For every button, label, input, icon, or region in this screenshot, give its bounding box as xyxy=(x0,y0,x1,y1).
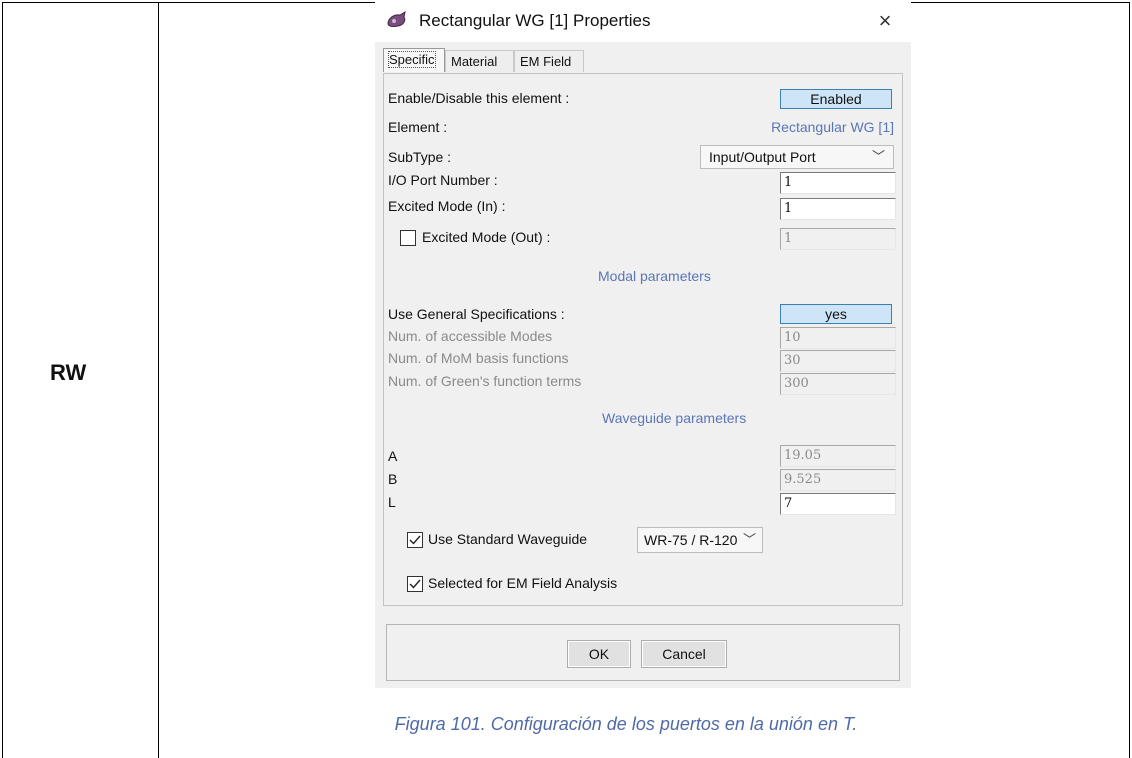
chevron-down-icon: ﹀ xyxy=(742,532,756,547)
table-column-divider xyxy=(158,2,159,758)
properties-dialog: Rectangular WG [1] Properties × Specific… xyxy=(375,2,911,688)
accessible-modes-input: 10 xyxy=(780,327,896,349)
waveguide-parameters-heading: Waveguide parameters xyxy=(602,410,747,426)
a-label: A xyxy=(388,448,398,464)
subtype-select[interactable]: Input/Output Port ﹀ xyxy=(700,145,894,169)
app-logo-icon xyxy=(387,10,406,28)
use-standard-label: Use Standard Waveguide xyxy=(428,531,588,547)
ok-button[interactable]: OK xyxy=(567,640,631,668)
standard-waveguide-select[interactable]: WR-75 / R-120 ﹀ xyxy=(637,527,763,553)
tab-em-field[interactable]: EM Field xyxy=(514,50,584,72)
modal-parameters-heading: Modal parameters xyxy=(598,268,711,284)
specific-panel: Enable/Disable this element : Enabled El… xyxy=(383,73,903,606)
l-input[interactable]: 7 xyxy=(780,493,896,515)
use-general-label: Use General Specifications : xyxy=(388,306,565,322)
mom-basis-input: 30 xyxy=(780,350,896,372)
element-label: Element : xyxy=(388,119,448,135)
enable-toggle-button[interactable]: Enabled xyxy=(780,89,892,109)
cancel-button[interactable]: Cancel xyxy=(641,640,727,668)
checkmark-icon xyxy=(409,579,421,589)
dialog-titlebar: Rectangular WG [1] Properties × xyxy=(375,2,911,42)
use-standard-checkbox[interactable] xyxy=(407,532,423,548)
green-terms-label: Num. of Green's function terms xyxy=(388,373,582,389)
b-input: 9.525 xyxy=(780,469,896,491)
standard-waveguide-value: WR-75 / R-120 xyxy=(644,532,738,548)
figure-caption: Figura 101. Configuración de los puertos… xyxy=(394,714,858,734)
use-general-toggle-button[interactable]: yes xyxy=(780,304,892,324)
excited-out-checkbox[interactable] xyxy=(400,230,416,246)
element-value: Rectangular WG [1] xyxy=(771,119,894,135)
row-label: RW xyxy=(50,360,87,385)
em-field-checkbox[interactable] xyxy=(407,576,423,592)
b-label: B xyxy=(388,471,398,487)
dialog-title: Rectangular WG [1] Properties xyxy=(419,11,651,30)
a-input: 19.05 xyxy=(780,445,896,467)
table-border-left xyxy=(2,2,3,758)
io-port-label: I/O Port Number : xyxy=(388,172,498,188)
tab-specific[interactable]: Specific xyxy=(383,48,445,72)
close-button[interactable]: × xyxy=(873,8,897,34)
mom-basis-label: Num. of MoM basis functions xyxy=(388,350,569,366)
excited-in-label: Excited Mode (In) : xyxy=(388,198,506,214)
io-port-input[interactable]: 1 xyxy=(780,172,896,194)
checkmark-icon xyxy=(409,535,421,545)
table-border-right xyxy=(1129,2,1130,758)
tab-material[interactable]: Material xyxy=(445,50,514,72)
subtype-label: SubType : xyxy=(388,149,452,165)
green-terms-input: 300 xyxy=(780,373,896,395)
chevron-down-icon: ﹀ xyxy=(871,149,885,164)
subtype-value: Input/Output Port xyxy=(709,149,816,165)
excited-in-input[interactable]: 1 xyxy=(780,198,896,220)
excited-out-input: 1 xyxy=(780,228,896,250)
accessible-modes-label: Num. of accessible Modes xyxy=(388,328,553,344)
em-field-label: Selected for EM Field Analysis xyxy=(428,575,618,591)
enable-label: Enable/Disable this element : xyxy=(388,90,570,106)
excited-out-label: Excited Mode (Out) : xyxy=(422,229,551,245)
l-label: L xyxy=(388,494,396,510)
button-bar: OK Cancel xyxy=(386,624,900,681)
